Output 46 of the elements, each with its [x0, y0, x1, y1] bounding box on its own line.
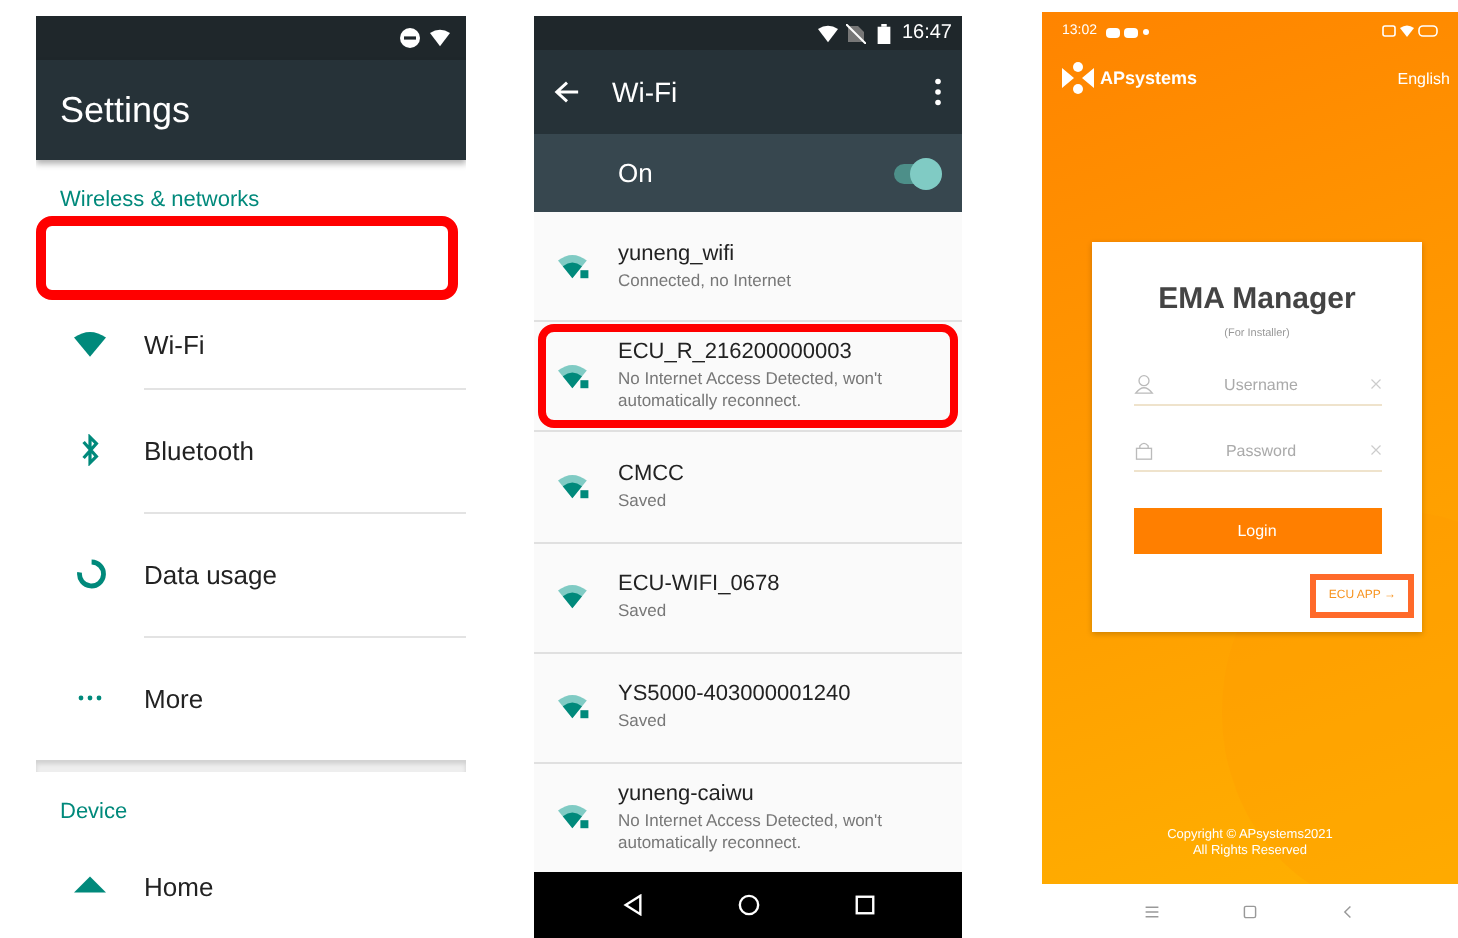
network-status: Saved: [618, 710, 669, 733]
more-icon: [78, 694, 102, 702]
network-name[interactable]: ECU_R_216200000003: [618, 340, 950, 365]
back-icon[interactable]: [621, 894, 643, 916]
network-name[interactable]: YS5000-403000001240: [618, 682, 851, 707]
user-icon: [1133, 374, 1153, 394]
notification-icons: [1105, 25, 1150, 37]
network-status: No Internet Access Detected, won't automatically reconnect.: [618, 809, 885, 854]
logo-icon: [1062, 62, 1094, 94]
settings-item[interactable]: Wi-Fi: [144, 329, 205, 359]
section-header: Wireless & networks: [60, 188, 260, 212]
clock: 16:47: [901, 22, 952, 44]
network-status: No Internet Access Detected, won't automatically reconnect.: [618, 368, 885, 413]
app-title: EMA Manager: [1158, 282, 1356, 316]
screen-title: Settings: [60, 89, 191, 131]
lock-icon: [1133, 440, 1153, 460]
status-icons: [1382, 24, 1438, 38]
menu-icon[interactable]: [934, 78, 942, 106]
no-sim-icon: [845, 23, 866, 43]
toggle-switch[interactable]: [894, 163, 938, 183]
settings-item[interactable]: Bluetooth: [144, 435, 254, 465]
wifi-icon: [74, 328, 106, 360]
settings-item[interactable]: Home: [144, 871, 214, 901]
highlight-box[interactable]: ECU_R_216200000003 No Internet Access Detected, won't automatically reconnect.: [538, 324, 958, 429]
data-usage-icon: [74, 558, 106, 590]
do-not-disturb-icon: [400, 28, 420, 48]
network-status: Saved: [618, 489, 669, 512]
settings-item[interactable]: More: [144, 683, 204, 713]
wifi-signal-icon: [430, 28, 450, 48]
screen-title: Wi-Fi: [612, 76, 680, 108]
brand-name: APsystems: [1100, 68, 1198, 88]
battery-icon: [873, 23, 894, 43]
back-arrow-icon[interactable]: [554, 80, 580, 104]
wifi-signal-icon: [817, 23, 838, 43]
settings-item[interactable]: Data usage: [144, 559, 277, 589]
switch-label: On: [618, 158, 655, 188]
network-name[interactable]: yuneng-caiwu: [618, 781, 950, 806]
network-status: Saved: [618, 600, 669, 623]
network-name[interactable]: ECU-WIFI_0678: [618, 572, 780, 597]
network-status: Connected, no Internet: [618, 269, 791, 292]
recents-icon[interactable]: [853, 894, 875, 916]
network-name[interactable]: yuneng_wifi: [618, 241, 791, 266]
section-header: Device: [60, 800, 128, 824]
input-field[interactable]: Password: [1153, 434, 1369, 466]
input-field[interactable]: Username: [1153, 368, 1369, 400]
network-name[interactable]: CMCC: [618, 461, 684, 486]
